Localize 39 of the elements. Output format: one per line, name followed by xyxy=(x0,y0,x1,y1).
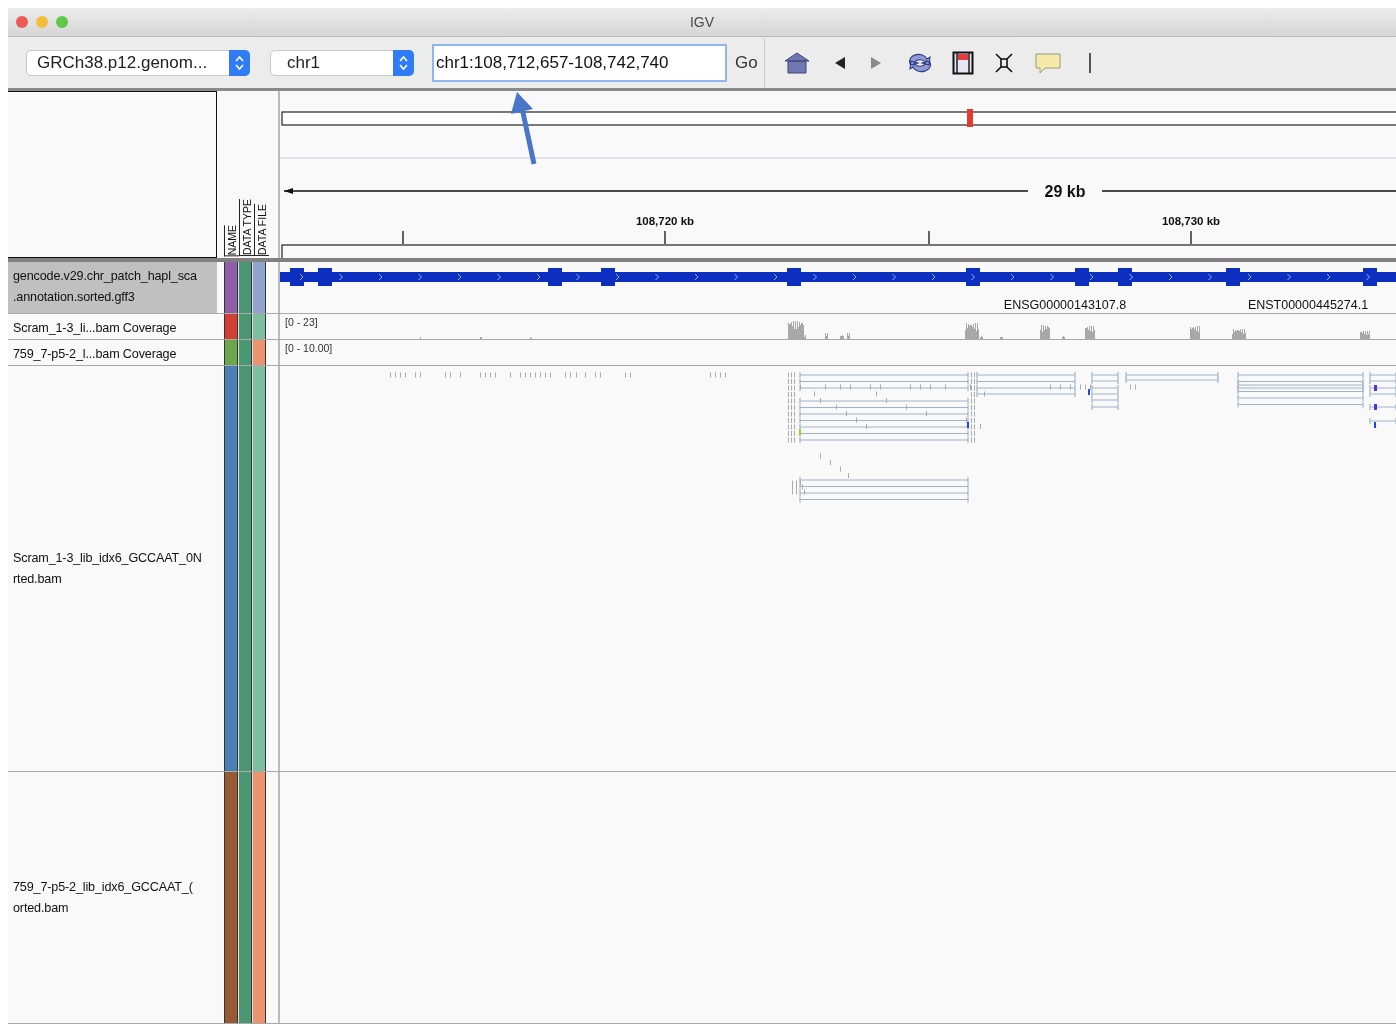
track-name[interactable]: Scram_1-3_lib_idx6_GCCAAT_0N rted.bam xyxy=(8,366,217,771)
attribute-swatch[interactable] xyxy=(224,366,238,771)
ruler-tick-label: 108,730 kb xyxy=(1161,215,1221,227)
track-name[interactable]: 759_7-p5-2_lib_idx6_GCCAAT_( orted.bam xyxy=(8,772,217,1023)
feature-label: ENST00000445274.1 xyxy=(1247,298,1369,312)
attribute-header[interactable]: DATA FILE xyxy=(254,204,269,256)
attribute-swatch[interactable] xyxy=(224,340,238,365)
locus-field[interactable]: chr1:108,712,657-108,742,740 xyxy=(432,43,727,82)
attribute-swatch[interactable] xyxy=(252,772,266,1023)
chromosome-dropdown[interactable]: chr1 xyxy=(270,49,414,76)
span-label: 29 kb xyxy=(1044,183,1086,200)
data-range: [0 - 10.00] xyxy=(285,342,333,354)
attribute-header[interactable]: DATA TYPE xyxy=(239,198,254,256)
attribute-swatch[interactable] xyxy=(252,314,266,339)
attribute-swatch[interactable] xyxy=(238,314,252,339)
attribute-swatch[interactable] xyxy=(252,262,266,313)
attribute-swatch[interactable] xyxy=(252,366,266,771)
attribute-swatch[interactable] xyxy=(224,772,238,1023)
feature-label: ENSG00000143107.8 xyxy=(1003,298,1127,312)
attribute-swatch[interactable] xyxy=(252,340,266,365)
attribute-swatch[interactable] xyxy=(238,366,252,771)
current-region-marker xyxy=(967,109,973,127)
attribute-swatch[interactable] xyxy=(238,262,252,313)
window-title: IGV xyxy=(689,14,715,30)
attribute-swatch[interactable] xyxy=(238,340,252,365)
attribute-swatch[interactable] xyxy=(224,314,238,339)
go-button[interactable]: Go xyxy=(735,52,762,73)
track-name[interactable]: 759_7-p5-2_l...bam Coverage xyxy=(8,340,217,365)
attribute-header[interactable]: NAME xyxy=(224,224,239,256)
attribute-swatch[interactable] xyxy=(238,772,252,1023)
region-icon[interactable] xyxy=(951,49,974,76)
track-name[interactable]: Scram_1-3_li...bam Coverage xyxy=(8,314,217,339)
close-button[interactable] xyxy=(16,16,28,28)
track-name[interactable]: gencode.v29.chr_patch_hapl_sca .annotation.sorted.gff3 xyxy=(8,262,217,313)
ruler-tick-label: 108,720 kb xyxy=(635,215,695,227)
genome-dropdown[interactable]: GRCh38.p12.genom... xyxy=(26,49,250,76)
attribute-swatch[interactable] xyxy=(224,262,238,313)
gene-feature[interactable] xyxy=(280,268,1396,286)
data-range: [0 - 23] xyxy=(285,316,318,328)
